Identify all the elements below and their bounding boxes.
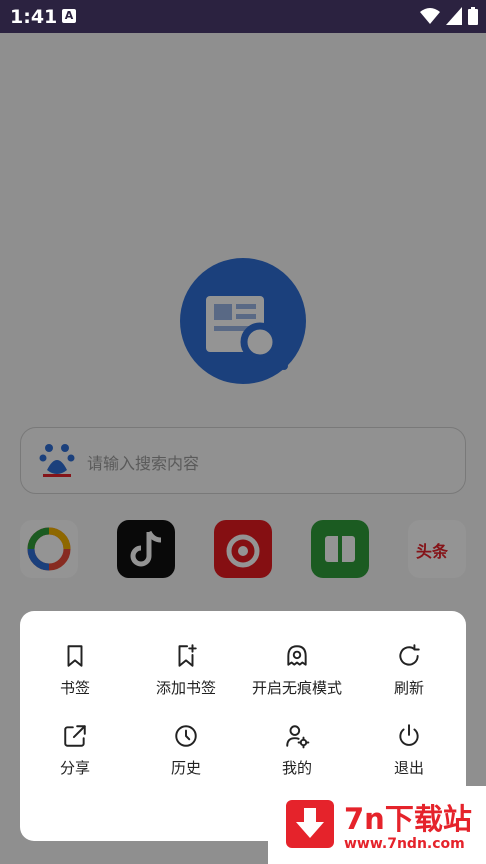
incognito-icon — [287, 645, 307, 666]
power-icon — [399, 724, 419, 746]
menu-incognito-label: 开启无痕模式 — [251, 679, 342, 697]
menu-refresh[interactable]: 刷新 — [354, 643, 464, 707]
battery-icon — [468, 7, 478, 25]
menu-my-account-label: 我的 — [281, 759, 312, 777]
download-arrow-icon — [286, 800, 334, 848]
share-icon — [64, 725, 86, 747]
wifi-icon — [420, 8, 440, 24]
bookmark-icon — [67, 645, 83, 667]
signal-icon — [446, 7, 462, 25]
menu-history-label: 历史 — [170, 759, 201, 777]
menu-exit-label: 退出 — [393, 759, 424, 777]
menu-share[interactable]: 分享 — [20, 723, 130, 787]
menu-bookmarks[interactable]: 书签 — [20, 643, 130, 707]
menu-my-account[interactable]: 我的 — [242, 723, 352, 787]
notification-a-icon: A — [62, 9, 76, 23]
user-settings-icon — [286, 725, 310, 749]
add-bookmark-icon — [178, 644, 197, 667]
menu-share-label: 分享 — [59, 759, 90, 777]
watermark-url: www.7ndn.com — [344, 836, 465, 852]
watermark-7n: 7n下载站 www.7ndn.com — [268, 786, 486, 864]
menu-incognito[interactable]: 开启无痕模式 — [242, 643, 352, 707]
menu-history[interactable]: 历史 — [131, 723, 241, 787]
watermark-title: 7n下载站 — [344, 802, 472, 836]
status-time: 1:41 — [10, 6, 58, 28]
menu-add-bookmark[interactable]: 添加书签 — [131, 643, 241, 707]
status-bar: 1:41 A — [0, 0, 486, 33]
menu-bookmarks-label: 书签 — [59, 679, 90, 697]
menu-add-bookmark-label: 添加书签 — [155, 679, 216, 697]
history-icon — [175, 725, 197, 747]
refresh-icon — [399, 644, 420, 666]
menu-exit[interactable]: 退出 — [354, 723, 464, 787]
menu-refresh-label: 刷新 — [393, 679, 424, 697]
